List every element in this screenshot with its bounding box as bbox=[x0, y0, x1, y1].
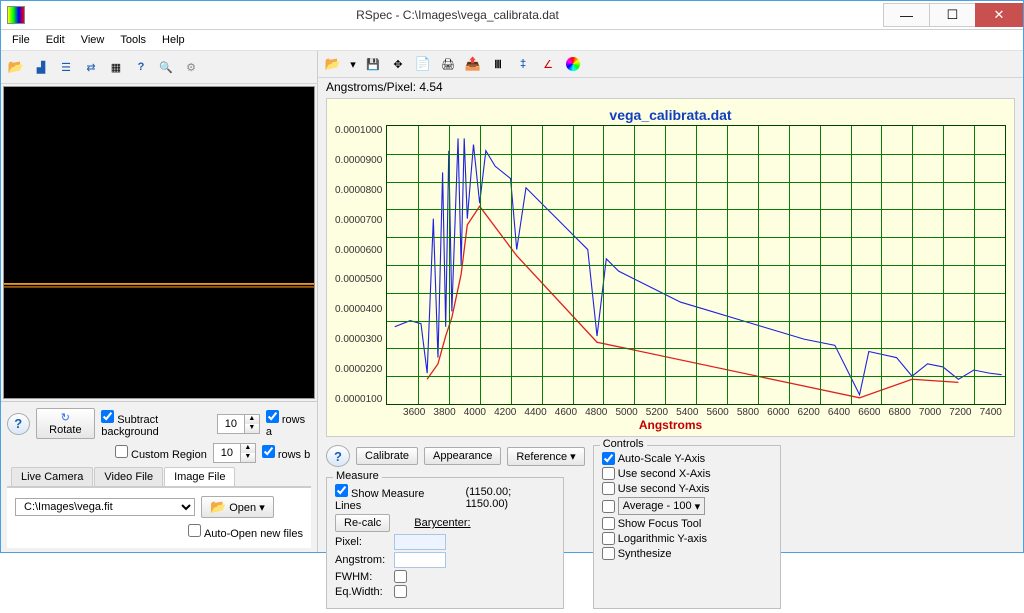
help-icon[interactable]: ? bbox=[130, 56, 152, 78]
barycenter-label: Barycenter: bbox=[414, 517, 470, 529]
eqwidth-label: Eq.Width: bbox=[335, 586, 390, 598]
open-icon[interactable]: 📂 bbox=[5, 56, 27, 78]
close-button[interactable]: ✕ bbox=[975, 3, 1023, 27]
tab-live-camera[interactable]: Live Camera bbox=[11, 467, 93, 486]
dropdown-icon[interactable]: ▾ bbox=[347, 53, 359, 75]
tab-video-file[interactable]: Video File bbox=[94, 467, 163, 486]
fwhm-checkbox[interactable] bbox=[394, 570, 407, 583]
plot-area[interactable] bbox=[386, 125, 1006, 405]
use-second-x-checkbox[interactable]: Use second X-Axis bbox=[602, 467, 772, 480]
show-focus-tool-checkbox[interactable]: Show Focus Tool bbox=[602, 517, 772, 530]
y-axis: 0.00010000.00009000.00008000.00007000.00… bbox=[335, 125, 386, 405]
chart-icon[interactable]: ▟ bbox=[30, 56, 52, 78]
menu-file[interactable]: File bbox=[5, 32, 37, 48]
pixel-label: Pixel: bbox=[335, 536, 390, 548]
rows-b-spinner[interactable]: ▲▼ bbox=[213, 443, 256, 463]
fwhm-label: FWHM: bbox=[335, 571, 390, 583]
search-icon[interactable]: 🔍 bbox=[155, 56, 177, 78]
left-tabs: Live Camera Video File Image File bbox=[7, 467, 311, 487]
titlebar: RSpec - C:\Images\vega_calibrata.dat — ☐… bbox=[1, 1, 1023, 30]
help-button-right[interactable]: ? bbox=[326, 445, 350, 467]
help-button[interactable]: ? bbox=[7, 413, 30, 435]
synthesize-checkbox[interactable]: Synthesize bbox=[602, 547, 772, 560]
open-file-button[interactable]: 📂 Open ▾ bbox=[201, 496, 274, 518]
measure-legend: Measure bbox=[333, 470, 382, 482]
open-icon[interactable]: 📂 bbox=[322, 53, 344, 75]
settings-icon[interactable]: ⚙ bbox=[180, 56, 202, 78]
bottom-controls: ? Calibrate Appearance Reference ▾ Measu… bbox=[318, 441, 1023, 613]
circle-icon[interactable] bbox=[562, 53, 584, 75]
grid-icon[interactable]: ▦ bbox=[105, 56, 127, 78]
copy-icon[interactable]: 📄 bbox=[412, 53, 434, 75]
chart-toolbar: 📂 ▾ 💾 ✥ 📄 🖨 📤 Ⅲ ‡ ∠ bbox=[318, 51, 1023, 78]
rows-a-checkbox[interactable]: rows a bbox=[266, 410, 311, 438]
stack-icon[interactable]: ☰ bbox=[55, 56, 77, 78]
vline-icon[interactable]: ‡ bbox=[512, 53, 534, 75]
controls-legend: Controls bbox=[600, 438, 647, 450]
window-title: RSpec - C:\Images\vega_calibrata.dat bbox=[31, 8, 884, 22]
rotate-button[interactable]: ↻ Rotate bbox=[36, 408, 96, 439]
file-path-select[interactable]: C:\Images\vega.fit bbox=[15, 498, 195, 516]
app-icon bbox=[7, 6, 25, 24]
export-icon[interactable]: 📤 bbox=[462, 53, 484, 75]
show-measure-lines-checkbox[interactable]: Show Measure Lines bbox=[335, 484, 451, 512]
chart-panel: vega_calibrata.dat 0.00010000.00009000.0… bbox=[326, 98, 1015, 437]
measure-group: Measure Show Measure Lines (1150.00; 115… bbox=[326, 477, 564, 609]
angle-icon[interactable]: ∠ bbox=[537, 53, 559, 75]
subtract-bg-checkbox[interactable]: Subtract background bbox=[101, 410, 211, 438]
appearance-button[interactable]: Appearance bbox=[424, 447, 501, 465]
save-icon[interactable]: 💾 bbox=[362, 53, 384, 75]
calibrate-button[interactable]: Calibrate bbox=[356, 447, 418, 465]
x-axis-label: Angstroms bbox=[335, 418, 1006, 432]
menu-help[interactable]: Help bbox=[155, 32, 192, 48]
target-icon[interactable]: ✥ bbox=[387, 53, 409, 75]
menubar: File Edit View Tools Help bbox=[1, 30, 1023, 51]
menu-tools[interactable]: Tools bbox=[113, 32, 153, 48]
average-dropdown[interactable]: Average - 100 ▾ bbox=[618, 497, 705, 515]
print-icon[interactable]: 🖨 bbox=[437, 53, 459, 75]
custom-region-checkbox[interactable]: Custom Region bbox=[115, 445, 207, 461]
image-controls: ? ↻ Rotate Subtract background ▲▼ rows a… bbox=[1, 401, 317, 552]
tab-image-content: C:\Images\vega.fit 📂 Open ▾ Auto-Open ne… bbox=[7, 487, 311, 548]
exchange-icon[interactable]: ⇄ bbox=[80, 56, 102, 78]
angstrom-input[interactable] bbox=[394, 552, 446, 568]
menu-edit[interactable]: Edit bbox=[39, 32, 72, 48]
recalc-button[interactable]: Re-calc bbox=[335, 514, 390, 532]
tab-image-file[interactable]: Image File bbox=[164, 467, 235, 486]
left-toolbar: 📂 ▟ ☰ ⇄ ▦ ? 🔍 ⚙ bbox=[1, 51, 317, 84]
angstrom-label: Angstrom: bbox=[335, 554, 390, 566]
right-pane: 📂 ▾ 💾 ✥ 📄 🖨 📤 Ⅲ ‡ ∠ Angstroms/Pixel: 4.5… bbox=[318, 51, 1023, 552]
reference-button[interactable]: Reference ▾ bbox=[507, 447, 584, 466]
angstroms-per-pixel: Angstroms/Pixel: 4.54 bbox=[318, 78, 1023, 96]
measure-lines-values: (1150.00; 1150.00) bbox=[465, 486, 555, 510]
minimize-button[interactable]: — bbox=[883, 3, 930, 27]
rows-a-spinner[interactable]: ▲▼ bbox=[217, 414, 260, 434]
rows-b-checkbox[interactable]: rows b bbox=[262, 445, 310, 461]
eqwidth-checkbox[interactable] bbox=[394, 585, 407, 598]
use-second-y-checkbox[interactable]: Use second Y-Axis bbox=[602, 482, 772, 495]
bars-icon[interactable]: Ⅲ bbox=[487, 53, 509, 75]
auto-open-checkbox[interactable]: Auto-Open new files bbox=[188, 528, 303, 540]
controls-group: Controls Auto-Scale Y-Axis Use second X-… bbox=[593, 445, 781, 609]
menu-view[interactable]: View bbox=[74, 32, 112, 48]
average-checkbox[interactable]: Average - 100 ▾ bbox=[602, 497, 772, 515]
chart-title: vega_calibrata.dat bbox=[335, 107, 1006, 123]
left-pane: 📂 ▟ ☰ ⇄ ▦ ? 🔍 ⚙ ? ↻ Rotate Subtract back… bbox=[1, 51, 318, 552]
maximize-button[interactable]: ☐ bbox=[929, 3, 976, 27]
image-view[interactable] bbox=[3, 86, 315, 399]
autoscale-y-checkbox[interactable]: Auto-Scale Y-Axis bbox=[602, 452, 772, 465]
x-axis: 3600380040004200440046004800500052005400… bbox=[399, 407, 1006, 418]
pixel-input[interactable] bbox=[394, 534, 446, 550]
log-y-checkbox[interactable]: Logarithmic Y-axis bbox=[602, 532, 772, 545]
